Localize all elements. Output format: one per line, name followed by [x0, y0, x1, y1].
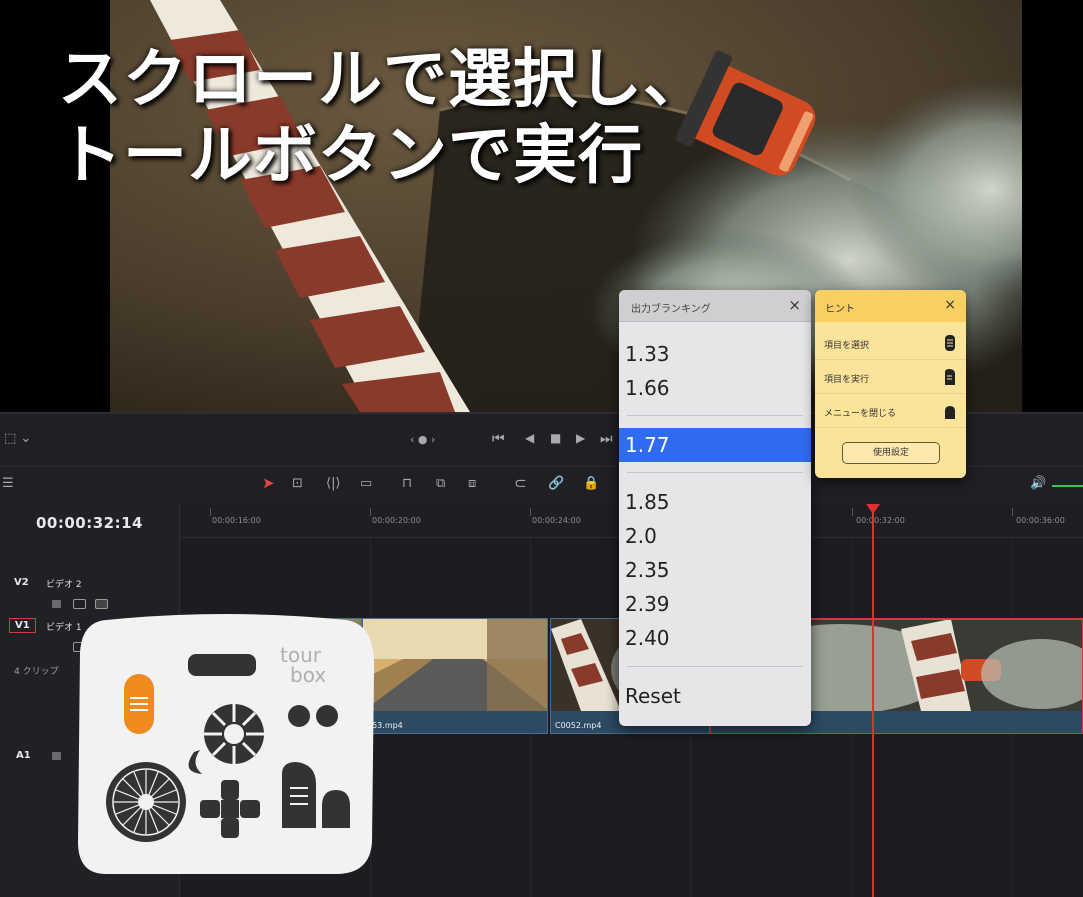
- hint-row: 項目を実行: [815, 360, 966, 394]
- big-dial: [106, 762, 186, 842]
- hint-label: メニューを閉じる: [824, 409, 897, 419]
- tourbox-logo-line2: box: [290, 663, 326, 687]
- menu-option-1-33[interactable]: 1.33: [619, 337, 811, 371]
- linked-selection-icon[interactable]: 🔗: [548, 477, 564, 490]
- insert-clip-icon[interactable]: ⊓: [402, 477, 412, 490]
- blade-tool-icon[interactable]: ▭: [360, 477, 372, 490]
- selection-tool-icon[interactable]: ➤: [262, 476, 275, 491]
- dynamic-trim-icon[interactable]: ⟨|⟩: [326, 477, 341, 490]
- clip-count-label: 4 クリップ: [14, 667, 59, 677]
- go-to-end-icon[interactable]: ⏭: [600, 432, 613, 446]
- timeline-view-icon[interactable]: ☰: [2, 477, 14, 490]
- menu-option-2-0[interactable]: 2.0: [619, 519, 811, 553]
- snapping-icon[interactable]: ⊂: [514, 476, 527, 491]
- menu-option-1-85[interactable]: 1.85: [619, 485, 811, 519]
- side-button-right: [316, 705, 338, 727]
- volume-level-bar[interactable]: [1052, 485, 1083, 487]
- overwrite-clip-icon[interactable]: ⧉: [436, 477, 445, 490]
- track-id-a1[interactable]: A1: [16, 750, 31, 761]
- menu-option-1-66[interactable]: 1.66: [619, 371, 811, 405]
- scroll-wheel-icon: [945, 335, 955, 351]
- app-window: スクロールで選択し、 トールボタンで実行 ⬚ ⌄ ‹ ● › ⏮ ◀ ■ ▶ ⏭…: [0, 0, 1083, 897]
- stop-icon[interactable]: ■: [550, 432, 561, 444]
- caption-line-1: スクロールで選択し、: [58, 43, 708, 117]
- ruler-label: 00:00:24:00: [532, 516, 581, 525]
- top-button: [188, 654, 256, 676]
- tourbox-controller: tour box: [78, 614, 375, 874]
- close-icon[interactable]: ×: [788, 296, 801, 314]
- menu-title: 出力ブランキング: [631, 304, 711, 315]
- tall-button-icon: [945, 369, 955, 385]
- jog-indicator[interactable]: ‹ ● ›: [410, 434, 435, 445]
- track-lock-icon[interactable]: [52, 600, 61, 608]
- output-blanking-menu[interactable]: 出力ブランキング × 1.33 1.66 1.77 1.85 2.0 2.35 …: [619, 290, 811, 726]
- caption-line-2: トールボタンで実行: [58, 119, 643, 193]
- settings-button[interactable]: 使用設定: [842, 442, 940, 464]
- lock-icon[interactable]: 🔒: [583, 477, 599, 490]
- hint-panel: ヒント × 項目を選択 項目を実行 メニューを閉じる 使用設定: [815, 290, 966, 478]
- clip-thumbnail: [363, 619, 547, 711]
- viewer-options-icon[interactable]: ⬚ ⌄: [4, 432, 31, 445]
- menu-option-2-40[interactable]: 2.40: [619, 621, 811, 655]
- playhead[interactable]: [872, 504, 874, 897]
- track-lock-icon[interactable]: [52, 752, 61, 760]
- clip-name: C0052.mp4: [555, 721, 602, 730]
- hint-label: 項目を実行: [824, 375, 870, 385]
- play-icon[interactable]: ▶: [576, 432, 585, 444]
- menu-option-reset[interactable]: Reset: [619, 679, 811, 713]
- side-button-left: [288, 705, 310, 727]
- replace-clip-icon[interactable]: ⧈: [468, 477, 476, 490]
- menu-header: 出力ブランキング ×: [619, 290, 811, 322]
- hint-title: ヒント: [825, 304, 855, 315]
- reverse-play-icon[interactable]: ◀: [525, 432, 534, 444]
- track-name-v2[interactable]: ビデオ 2: [46, 577, 82, 590]
- track-auto-select-icon[interactable]: [73, 599, 86, 609]
- volume-icon[interactable]: 🔊: [1030, 477, 1046, 490]
- ruler-label: 00:00:16:00: [212, 516, 261, 525]
- timecode-display: 00:00:32:14: [36, 514, 143, 532]
- hint-label: 項目を選択: [824, 341, 870, 351]
- trim-tool-icon[interactable]: ⊡: [292, 477, 303, 490]
- ruler-label: 00:00:32:00: [856, 516, 905, 525]
- ruler-label: 00:00:36:00: [1016, 516, 1065, 525]
- short-button: [322, 790, 350, 828]
- menu-option-1-77[interactable]: 1.77: [619, 428, 811, 462]
- ruler-label: 00:00:20:00: [372, 516, 421, 525]
- track-id-v1[interactable]: V1: [9, 618, 36, 633]
- menu-option-2-39[interactable]: 2.39: [619, 587, 811, 621]
- knob-dial: [204, 704, 264, 764]
- track-id-v2[interactable]: V2: [14, 577, 29, 588]
- track-enable-icon[interactable]: [95, 599, 108, 609]
- short-button-icon: [945, 406, 955, 419]
- hint-row: メニューを閉じる: [815, 394, 966, 428]
- timeline-clip[interactable]: 053.mp4: [362, 618, 548, 734]
- menu-option-2-35[interactable]: 2.35: [619, 553, 811, 587]
- go-to-start-icon[interactable]: ⏮: [492, 432, 505, 446]
- close-icon[interactable]: ×: [944, 297, 956, 313]
- hint-row: 項目を選択: [815, 326, 966, 360]
- hint-header: ヒント ×: [815, 290, 966, 322]
